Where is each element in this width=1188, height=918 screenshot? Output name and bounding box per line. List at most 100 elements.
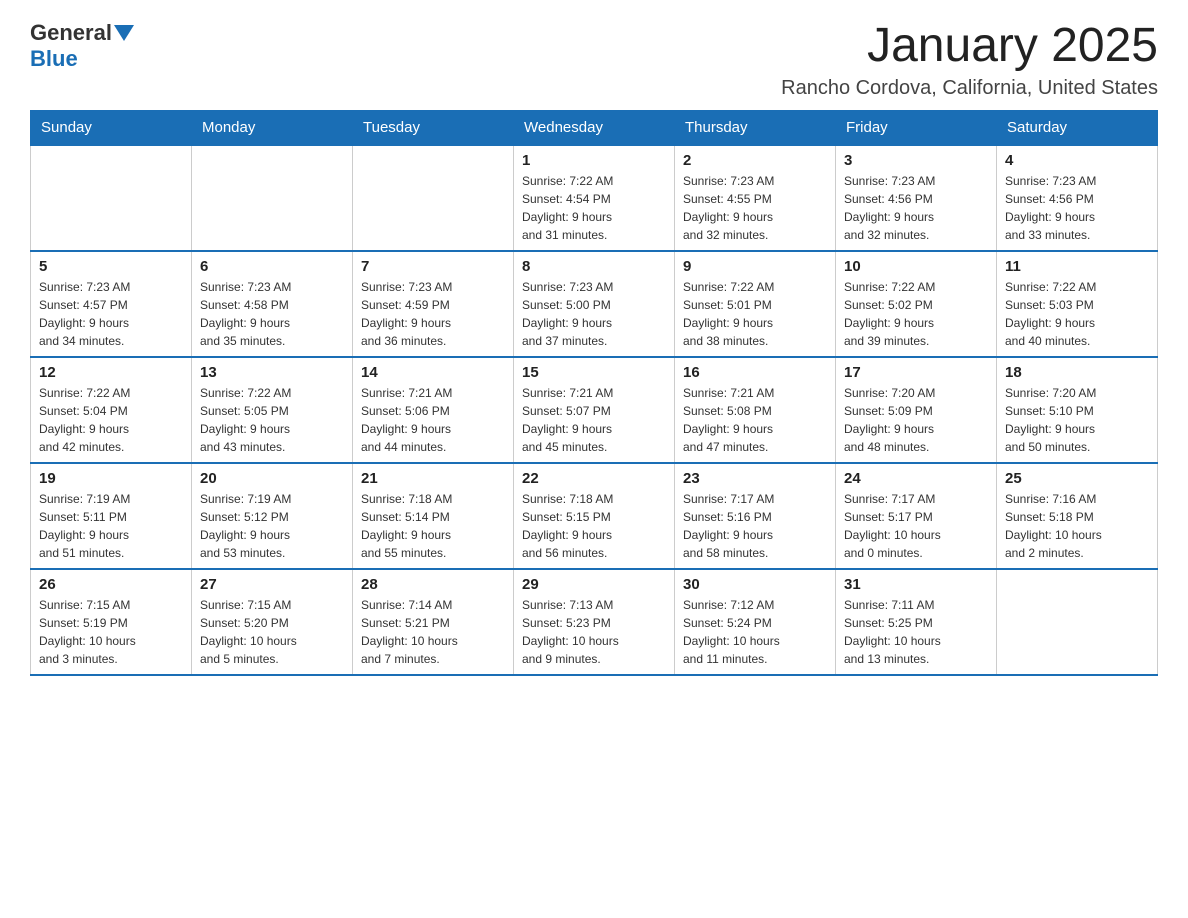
- day-info: Sunrise: 7:14 AMSunset: 5:21 PMDaylight:…: [361, 596, 505, 668]
- calendar-cell: 1 Sunrise: 7:22 AMSunset: 4:54 PMDaylight…: [514, 145, 675, 251]
- page-header: General Blue January 2025 Rancho Cordova…: [30, 20, 1158, 100]
- weekday-header-sunday: Sunday: [31, 110, 192, 145]
- day-info: Sunrise: 7:15 AMSunset: 5:19 PMDaylight:…: [39, 596, 183, 668]
- logo-triangle-icon: [114, 25, 134, 41]
- calendar-cell: 7 Sunrise: 7:23 AMSunset: 4:59 PMDaylight…: [353, 251, 514, 357]
- day-info: Sunrise: 7:16 AMSunset: 5:18 PMDaylight:…: [1005, 490, 1149, 562]
- calendar-cell: 8Sunrise: 7:23 AMSunset: 5:00 PMDaylight…: [514, 251, 675, 357]
- day-info: Sunrise: 7:12 AMSunset: 5:24 PMDaylight:…: [683, 596, 827, 668]
- calendar-cell: 23Sunrise: 7:17 AMSunset: 5:16 PMDayligh…: [675, 463, 836, 569]
- day-number: 21: [361, 470, 505, 487]
- weekday-header-thursday: Thursday: [675, 110, 836, 145]
- logo-blue: Blue: [30, 46, 78, 72]
- day-number: 1: [522, 152, 666, 169]
- day-number: 3: [844, 152, 988, 169]
- day-number: 19: [39, 470, 183, 487]
- calendar-cell: 19 Sunrise: 7:19 AMSunset: 5:11 PMDayligh…: [31, 463, 192, 569]
- day-number: 15: [522, 364, 666, 381]
- day-info: Sunrise: 7:22 AMSunset: 5:05 PMDaylight:…: [200, 384, 344, 456]
- calendar-week-2: 5 Sunrise: 7:23 AMSunset: 4:57 PMDaylight…: [31, 251, 1158, 357]
- calendar-cell: 6Sunrise: 7:23 AMSunset: 4:58 PMDaylight…: [192, 251, 353, 357]
- weekday-header-row: SundayMondayTuesdayWednesdayThursdayFrid…: [31, 110, 1158, 145]
- day-number: 27: [200, 576, 344, 593]
- calendar-cell: [353, 145, 514, 251]
- weekday-header-tuesday: Tuesday: [353, 110, 514, 145]
- calendar-cell: 15 Sunrise: 7:21 AMSunset: 5:07 PMDayligh…: [514, 357, 675, 463]
- day-info: Sunrise: 7:23 AMSunset: 4:58 PMDaylight:…: [200, 278, 344, 350]
- day-number: 12: [39, 364, 183, 381]
- calendar-week-4: 19 Sunrise: 7:19 AMSunset: 5:11 PMDayligh…: [31, 463, 1158, 569]
- calendar-cell: 29Sunrise: 7:13 AMSunset: 5:23 PMDayligh…: [514, 569, 675, 675]
- day-info: Sunrise: 7:23 AMSunset: 4:56 PMDaylight:…: [844, 172, 988, 244]
- day-number: 26: [39, 576, 183, 593]
- calendar-cell: [192, 145, 353, 251]
- calendar-cell: 9 Sunrise: 7:22 AMSunset: 5:01 PMDaylight…: [675, 251, 836, 357]
- day-number: 5: [39, 258, 183, 275]
- calendar-cell: 2Sunrise: 7:23 AMSunset: 4:55 PMDaylight…: [675, 145, 836, 251]
- calendar-cell: 10 Sunrise: 7:22 AMSunset: 5:02 PMDayligh…: [836, 251, 997, 357]
- day-info: Sunrise: 7:22 AMSunset: 5:01 PMDaylight:…: [683, 278, 827, 350]
- calendar-cell: 22 Sunrise: 7:18 AMSunset: 5:15 PMDayligh…: [514, 463, 675, 569]
- day-info: Sunrise: 7:22 AMSunset: 4:54 PMDaylight:…: [522, 172, 666, 244]
- calendar-cell: 20 Sunrise: 7:19 AMSunset: 5:12 PMDayligh…: [192, 463, 353, 569]
- day-number: 25: [1005, 470, 1149, 487]
- day-number: 7: [361, 258, 505, 275]
- logo-general: General: [30, 20, 112, 46]
- logo: General Blue: [30, 20, 134, 72]
- day-info: Sunrise: 7:22 AMSunset: 5:03 PMDaylight:…: [1005, 278, 1149, 350]
- day-number: 23: [683, 470, 827, 487]
- day-info: Sunrise: 7:23 AMSunset: 4:56 PMDaylight:…: [1005, 172, 1149, 244]
- day-info: Sunrise: 7:18 AMSunset: 5:14 PMDaylight:…: [361, 490, 505, 562]
- calendar-cell: 14 Sunrise: 7:21 AMSunset: 5:06 PMDayligh…: [353, 357, 514, 463]
- calendar-cell: 4 Sunrise: 7:23 AMSunset: 4:56 PMDaylight…: [997, 145, 1158, 251]
- calendar-cell: 17 Sunrise: 7:20 AMSunset: 5:09 PMDayligh…: [836, 357, 997, 463]
- day-info: Sunrise: 7:21 AMSunset: 5:07 PMDaylight:…: [522, 384, 666, 456]
- day-number: 24: [844, 470, 988, 487]
- weekday-header-wednesday: Wednesday: [514, 110, 675, 145]
- day-info: Sunrise: 7:22 AMSunset: 5:02 PMDaylight:…: [844, 278, 988, 350]
- calendar-cell: 31Sunrise: 7:11 AMSunset: 5:25 PMDayligh…: [836, 569, 997, 675]
- calendar-cell: 18 Sunrise: 7:20 AMSunset: 5:10 PMDayligh…: [997, 357, 1158, 463]
- calendar-cell: [997, 569, 1158, 675]
- day-info: Sunrise: 7:19 AMSunset: 5:12 PMDaylight:…: [200, 490, 344, 562]
- day-info: Sunrise: 7:17 AMSunset: 5:17 PMDaylight:…: [844, 490, 988, 562]
- day-info: Sunrise: 7:18 AMSunset: 5:15 PMDaylight:…: [522, 490, 666, 562]
- day-info: Sunrise: 7:15 AMSunset: 5:20 PMDaylight:…: [200, 596, 344, 668]
- day-info: Sunrise: 7:22 AMSunset: 5:04 PMDaylight:…: [39, 384, 183, 456]
- day-info: Sunrise: 7:21 AMSunset: 5:08 PMDaylight:…: [683, 384, 827, 456]
- day-info: Sunrise: 7:21 AMSunset: 5:06 PMDaylight:…: [361, 384, 505, 456]
- calendar-cell: 28Sunrise: 7:14 AMSunset: 5:21 PMDayligh…: [353, 569, 514, 675]
- month-title: January 2025: [781, 20, 1158, 73]
- day-info: Sunrise: 7:23 AMSunset: 4:57 PMDaylight:…: [39, 278, 183, 350]
- day-number: 14: [361, 364, 505, 381]
- day-info: Sunrise: 7:11 AMSunset: 5:25 PMDaylight:…: [844, 596, 988, 668]
- day-number: 22: [522, 470, 666, 487]
- day-number: 10: [844, 258, 988, 275]
- day-number: 17: [844, 364, 988, 381]
- day-info: Sunrise: 7:20 AMSunset: 5:09 PMDaylight:…: [844, 384, 988, 456]
- calendar-cell: [31, 145, 192, 251]
- day-number: 4: [1005, 152, 1149, 169]
- calendar-cell: 21 Sunrise: 7:18 AMSunset: 5:14 PMDayligh…: [353, 463, 514, 569]
- day-info: Sunrise: 7:13 AMSunset: 5:23 PMDaylight:…: [522, 596, 666, 668]
- weekday-header-saturday: Saturday: [997, 110, 1158, 145]
- day-info: Sunrise: 7:23 AMSunset: 5:00 PMDaylight:…: [522, 278, 666, 350]
- calendar-week-5: 26 Sunrise: 7:15 AMSunset: 5:19 PMDayligh…: [31, 569, 1158, 675]
- day-number: 20: [200, 470, 344, 487]
- calendar-cell: 11Sunrise: 7:22 AMSunset: 5:03 PMDayligh…: [997, 251, 1158, 357]
- calendar-cell: 30 Sunrise: 7:12 AMSunset: 5:24 PMDayligh…: [675, 569, 836, 675]
- day-number: 18: [1005, 364, 1149, 381]
- day-info: Sunrise: 7:19 AMSunset: 5:11 PMDaylight:…: [39, 490, 183, 562]
- day-info: Sunrise: 7:23 AMSunset: 4:59 PMDaylight:…: [361, 278, 505, 350]
- day-number: 2: [683, 152, 827, 169]
- day-number: 9: [683, 258, 827, 275]
- calendar-cell: 25 Sunrise: 7:16 AMSunset: 5:18 PMDayligh…: [997, 463, 1158, 569]
- day-info: Sunrise: 7:20 AMSunset: 5:10 PMDaylight:…: [1005, 384, 1149, 456]
- calendar-cell: 27 Sunrise: 7:15 AMSunset: 5:20 PMDayligh…: [192, 569, 353, 675]
- calendar-cell: 24 Sunrise: 7:17 AMSunset: 5:17 PMDayligh…: [836, 463, 997, 569]
- day-number: 30: [683, 576, 827, 593]
- calendar-week-1: 1 Sunrise: 7:22 AMSunset: 4:54 PMDaylight…: [31, 145, 1158, 251]
- title-section: January 2025 Rancho Cordova, California,…: [781, 20, 1158, 100]
- calendar-cell: 16Sunrise: 7:21 AMSunset: 5:08 PMDayligh…: [675, 357, 836, 463]
- calendar-cell: 26 Sunrise: 7:15 AMSunset: 5:19 PMDayligh…: [31, 569, 192, 675]
